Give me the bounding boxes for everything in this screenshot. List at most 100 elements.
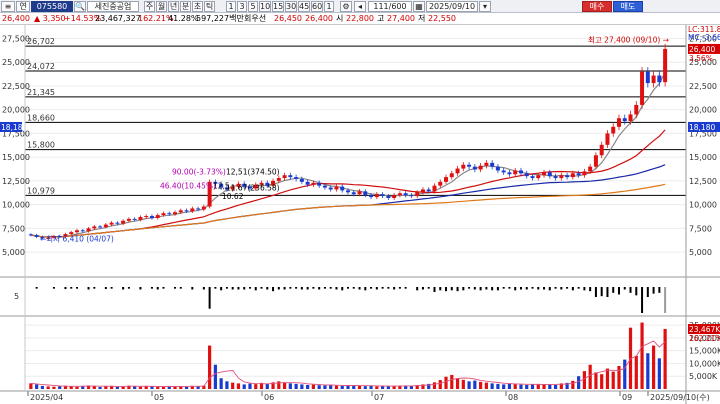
period-week[interactable]: 월 bbox=[156, 1, 167, 12]
volume-bar bbox=[300, 384, 304, 389]
histogram-bar bbox=[652, 287, 655, 294]
histogram-bar bbox=[70, 287, 73, 289]
histogram-bar bbox=[341, 287, 344, 291]
search-icon[interactable]: 🔍 bbox=[74, 1, 86, 12]
buy-button[interactable]: 매수 bbox=[582, 1, 612, 12]
volume-bar bbox=[473, 380, 477, 389]
histogram-bar bbox=[456, 287, 459, 292]
volume-bar bbox=[236, 383, 241, 389]
candle-body bbox=[536, 175, 541, 179]
candle-body bbox=[570, 173, 575, 178]
candle-body bbox=[397, 193, 402, 196]
price-tick-left: 15,000 bbox=[2, 153, 30, 162]
candle-body bbox=[184, 210, 189, 212]
volume-bar bbox=[623, 359, 627, 389]
histogram-bar bbox=[225, 287, 228, 289]
histogram-bar bbox=[531, 287, 534, 289]
high-label: 고 bbox=[377, 14, 385, 23]
volume-bar bbox=[663, 328, 667, 389]
candle-body bbox=[420, 189, 425, 193]
candle-body bbox=[449, 173, 454, 178]
volume-bar bbox=[329, 384, 333, 389]
volume-tick: 5,000K bbox=[689, 372, 718, 381]
high-annotation: 최고 27,400 (09/10) → bbox=[588, 34, 669, 44]
calendar-icon[interactable]: ▾ bbox=[479, 1, 491, 12]
volume-bar bbox=[231, 382, 235, 389]
histogram-bar bbox=[174, 287, 177, 289]
price-change: ▲ 3,350 bbox=[34, 14, 66, 23]
interval-5[interactable]: 5 bbox=[248, 1, 258, 12]
histogram-bar bbox=[139, 287, 142, 290]
histogram-bar bbox=[156, 287, 159, 290]
histogram-bar bbox=[508, 287, 511, 289]
histogram-bar bbox=[485, 287, 488, 290]
interval-3[interactable]: 3 bbox=[237, 1, 247, 12]
volume-bar bbox=[346, 385, 350, 389]
low-annotation: ←최저 6,410 (04/07) bbox=[40, 234, 114, 244]
candle-body bbox=[34, 235, 39, 237]
volume-bar bbox=[651, 345, 656, 389]
volume-bar bbox=[317, 385, 321, 389]
stock-chart[interactable]: 26,702 24,072 21,345 18,660 15,800 10,979 25,… bbox=[0, 25, 720, 404]
interval-1[interactable]: 1 bbox=[226, 1, 236, 12]
candle-body bbox=[559, 175, 564, 179]
candle-body bbox=[167, 213, 172, 215]
volume-bar bbox=[46, 386, 50, 389]
list-icon[interactable]: ≡ bbox=[1, 1, 15, 12]
histogram-bar bbox=[571, 287, 574, 291]
volume-bar bbox=[58, 386, 62, 389]
candle-body bbox=[518, 170, 523, 174]
histogram-bar bbox=[52, 287, 55, 289]
histogram-bar bbox=[664, 287, 667, 313]
candle-body bbox=[438, 181, 443, 186]
interval-10[interactable]: 10 bbox=[259, 1, 271, 12]
interval-custom[interactable]: 1 bbox=[324, 1, 334, 12]
interval-45[interactable]: 45 bbox=[298, 1, 310, 12]
interval-60[interactable]: 60 bbox=[311, 1, 323, 12]
sell-button[interactable]: 매도 bbox=[613, 1, 643, 12]
candle-body bbox=[98, 226, 103, 228]
histogram-bar bbox=[589, 287, 592, 292]
period-minute[interactable]: 초 bbox=[192, 1, 203, 12]
period-tick[interactable]: 틱 bbox=[204, 1, 215, 12]
candle-body bbox=[409, 195, 414, 197]
level-label: 10,979 bbox=[27, 186, 55, 195]
histogram-bar bbox=[617, 287, 620, 295]
settings-icon[interactable]: ⚙ bbox=[340, 1, 352, 12]
candle-body bbox=[651, 75, 656, 84]
histogram-bar bbox=[468, 287, 471, 289]
histogram-bar bbox=[623, 287, 626, 290]
period-year[interactable]: 분 bbox=[180, 1, 191, 12]
x-label: 08 bbox=[508, 393, 518, 402]
volume-bar bbox=[133, 386, 137, 389]
candle-body bbox=[593, 155, 598, 167]
histogram-bar bbox=[295, 287, 298, 289]
histogram-bar bbox=[416, 287, 419, 291]
histogram-bar bbox=[214, 287, 217, 289]
interval-30[interactable]: 30 bbox=[285, 1, 297, 12]
volume-bar bbox=[553, 384, 558, 389]
interval-15[interactable]: 15 bbox=[272, 1, 284, 12]
count-field[interactable]: 111/600 bbox=[368, 1, 412, 12]
candle-body bbox=[115, 222, 120, 224]
candle-body bbox=[334, 186, 339, 190]
period-day[interactable]: 주 bbox=[144, 1, 155, 12]
current-price-label: 26,400 bbox=[689, 45, 715, 54]
price-tick-right: 12,500 bbox=[689, 177, 717, 186]
volume-bar bbox=[605, 368, 610, 389]
period-month[interactable]: 년 bbox=[168, 1, 179, 12]
chevron-left-icon[interactable]: ◂ bbox=[354, 1, 366, 12]
grid-icon[interactable]: ▦ bbox=[413, 1, 425, 12]
credit-type: 회우선 bbox=[244, 14, 267, 23]
stock-code-input[interactable]: 075580 bbox=[31, 1, 73, 12]
volume-bar bbox=[455, 378, 460, 389]
price-tick-right: 15,000 bbox=[689, 153, 717, 162]
view-select[interactable]: 연 bbox=[16, 1, 30, 12]
histogram-bar bbox=[104, 287, 107, 290]
date-field[interactable]: 2025/09/10 bbox=[426, 1, 478, 12]
volume-bar bbox=[484, 382, 488, 389]
histogram-bar bbox=[318, 287, 321, 290]
stock-name: 세진중공업 bbox=[87, 1, 139, 12]
histogram-bar bbox=[560, 287, 563, 290]
candle-body bbox=[294, 177, 299, 180]
